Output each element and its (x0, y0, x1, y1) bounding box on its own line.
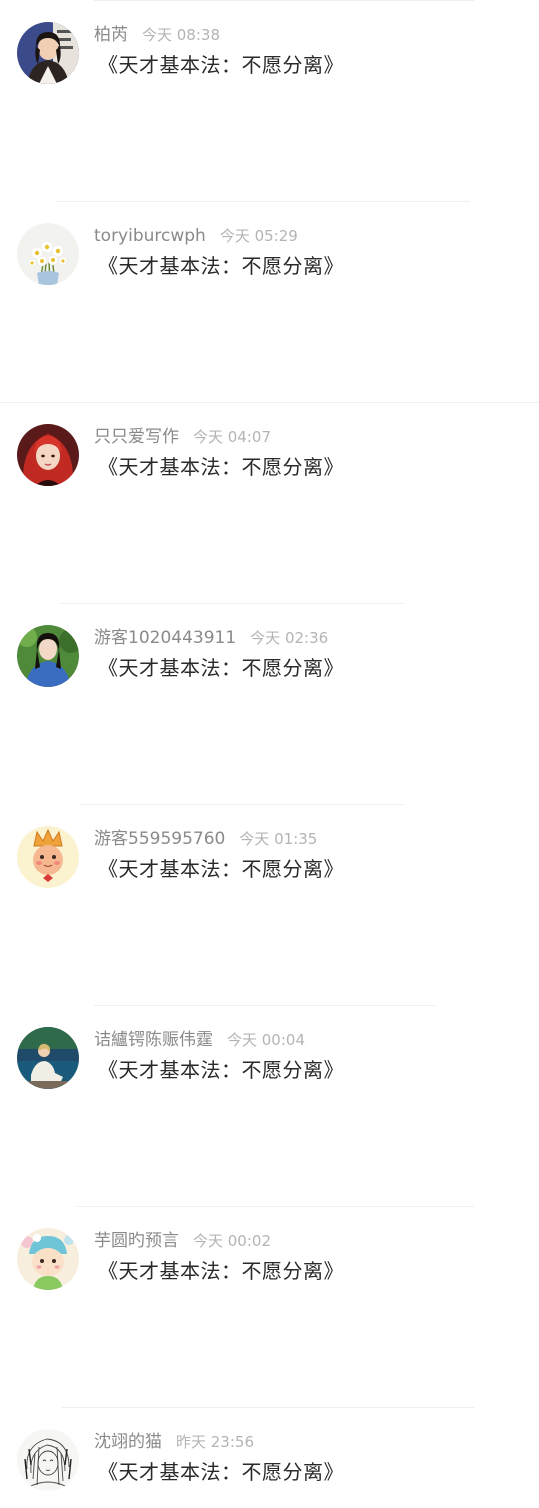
comment-item[interactable]: 诘纑锷陈赈伟霆 今天 00:04 《天才基本法：不愿分离》 (0, 1005, 539, 1106)
comment-text: 《天才基本法：不愿分离》 (98, 1259, 344, 1283)
divider (60, 603, 404, 604)
user-avatar[interactable] (17, 1429, 79, 1491)
username[interactable]: 芋圆旳预言 (94, 1231, 179, 1251)
user-avatar[interactable] (17, 625, 79, 687)
comment-meta: 柏芮 今天 08:38 (94, 22, 220, 48)
username[interactable]: 游客559595760 (94, 829, 225, 849)
username[interactable]: 沈翊的猫 (94, 1432, 162, 1452)
comment-item[interactable]: 柏芮 今天 08:38 《天才基本法：不愿分离》 (0, 0, 539, 101)
comment-meta: 沈翊的猫 昨天 23:56 (94, 1429, 254, 1455)
comment-text: 《天才基本法：不愿分离》 (98, 857, 344, 881)
timestamp: 今天 05:29 (219, 227, 298, 245)
comment-meta: 游客1020443911 今天 02:36 (94, 625, 328, 651)
comment-text: 《天才基本法：不愿分离》 (98, 1058, 344, 1082)
timestamp: 今天 00:02 (193, 1232, 271, 1250)
timestamp: 今天 01:35 (239, 830, 318, 848)
timestamp: 今天 00:04 (227, 1031, 305, 1049)
red-hair-girl-avatar-image (17, 424, 79, 486)
user-avatar[interactable] (17, 1228, 79, 1290)
comment-item[interactable]: 只只爱写作 今天 04:07 《天才基本法：不愿分离》 (0, 402, 539, 503)
user-avatar[interactable] (17, 424, 79, 486)
comment-text: 《天才基本法：不愿分离》 (98, 1460, 344, 1484)
comment-text: 《天才基本法：不愿分离》 (98, 53, 344, 77)
divider (62, 1407, 474, 1408)
divider (80, 804, 404, 805)
comment-item[interactable]: 芋圆旳预言 今天 00:02 《天才基本法：不愿分离》 (0, 1206, 539, 1307)
comment-meta: 游客559595760 今天 01:35 (94, 826, 317, 852)
comment-text: 《天才基本法：不愿分离》 (98, 455, 344, 479)
timestamp: 今天 08:38 (142, 26, 220, 44)
cartoon-crown-avatar-image (17, 826, 79, 888)
sketch-girl-avatar-image (17, 1429, 79, 1491)
comment-item[interactable]: 沈翊的猫 昨天 23:56 《天才基本法：不愿分离》 (0, 1407, 539, 1508)
comment-meta: 诘纑锷陈赈伟霆 今天 00:04 (94, 1027, 305, 1053)
user-avatar[interactable] (17, 826, 79, 888)
comment-item[interactable]: toryiburcwph 今天 05:29 《天才基本法：不愿分离》 (0, 201, 539, 302)
daisy-flowers-avatar-image (17, 223, 79, 285)
lakeside-girl-avatar-image (17, 1027, 79, 1089)
comment-meta: 只只爱写作 今天 04:07 (94, 424, 271, 450)
user-avatar[interactable] (17, 1027, 79, 1089)
divider (94, 0, 474, 1)
comment-item[interactable]: 游客559595760 今天 01:35 《天才基本法：不愿分离》 (0, 804, 539, 905)
user-avatar[interactable] (17, 22, 79, 84)
divider (76, 1206, 474, 1207)
comment-list: 柏芮 今天 08:38 《天才基本法：不愿分离》 toryiburcwph 今天… (0, 0, 539, 1491)
comment-text: 《天才基本法：不愿分离》 (98, 656, 344, 680)
username[interactable]: 柏芮 (94, 25, 128, 45)
username[interactable]: 游客1020443911 (94, 628, 236, 648)
timestamp: 昨天 23:56 (176, 1433, 254, 1451)
woman-in-blazer-avatar-image (17, 22, 79, 84)
username[interactable]: toryiburcwph (94, 226, 206, 246)
user-avatar[interactable] (17, 223, 79, 285)
timestamp: 今天 02:36 (250, 629, 329, 647)
comment-meta: 芋圆旳预言 今天 00:02 (94, 1228, 271, 1254)
comment-item[interactable]: 游客1020443911 今天 02:36 《天才基本法：不愿分离》 (0, 603, 539, 704)
divider (0, 402, 539, 403)
girl-blue-denim-avatar-image (17, 625, 79, 687)
cartoon-bunny-avatar-image (17, 1228, 79, 1290)
username[interactable]: 诘纑锷陈赈伟霆 (94, 1030, 213, 1050)
comment-text: 《天才基本法：不愿分离》 (98, 254, 344, 278)
divider (94, 1005, 436, 1006)
divider (56, 201, 470, 202)
username[interactable]: 只只爱写作 (94, 427, 179, 447)
comment-meta: toryiburcwph 今天 05:29 (94, 223, 298, 249)
timestamp: 今天 04:07 (193, 428, 271, 446)
